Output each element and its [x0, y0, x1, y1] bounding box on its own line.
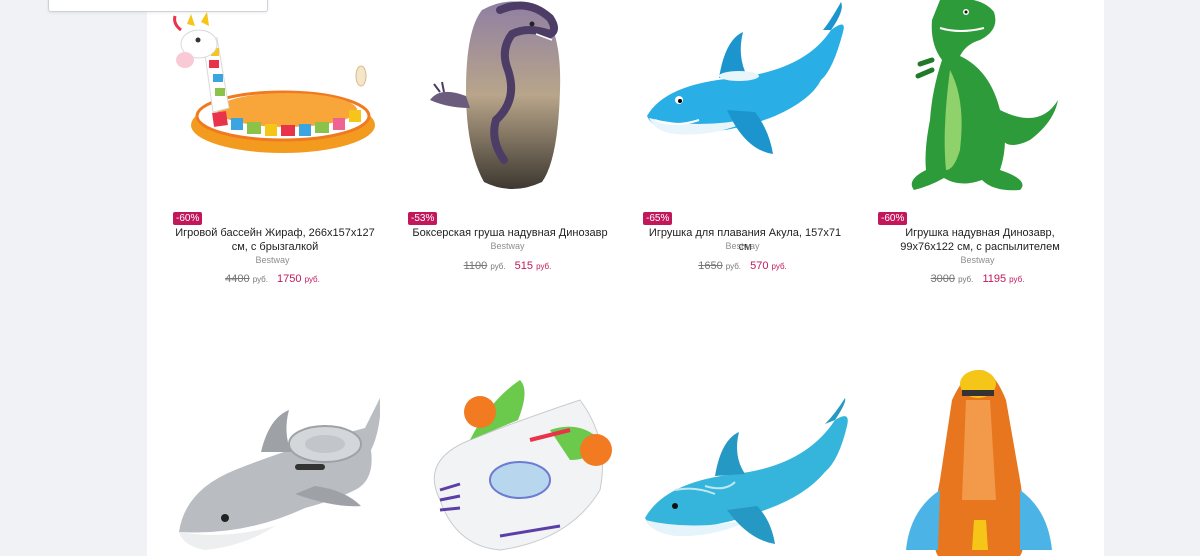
product-price: 3000 руб. 1195 руб. — [860, 273, 1095, 285]
product-price: 1650 руб. 570 руб. — [625, 260, 860, 272]
current-price-currency: руб. — [1009, 275, 1025, 284]
product-card[interactable]: -65% Игрушка для плавания Акула, 157х71 … — [625, 0, 860, 300]
current-price-currency: руб. — [771, 262, 787, 271]
blue-shark-rider-icon[interactable] — [635, 340, 850, 556]
old-price: 3000 — [930, 273, 956, 285]
product-brand: Bestway — [490, 241, 525, 251]
product-card[interactable] — [625, 340, 860, 556]
current-price: 1750 — [277, 273, 302, 285]
discount-badge: -53% — [408, 212, 438, 225]
product-price: 1100 руб. 515 руб. — [390, 260, 625, 272]
product-title[interactable]: Игрушка надувная Динозавр, 99х76х122 см,… — [880, 226, 1080, 254]
discount-badge: -60% — [878, 212, 908, 225]
current-price-currency: руб. — [536, 262, 552, 271]
grey-shark-float-icon[interactable] — [165, 340, 380, 556]
product-card[interactable] — [390, 340, 625, 556]
old-price: 4400 — [225, 273, 250, 285]
old-price: 1650 — [698, 260, 723, 272]
product-card[interactable] — [860, 340, 1095, 556]
dropdown-panel — [48, 0, 268, 12]
product-grid: -60% Игровой бассейн Жираф, 266х157х127 … — [147, 0, 1104, 556]
product-price: 4400 руб. 1750 руб. — [155, 273, 390, 285]
old-price-currency: руб. — [490, 262, 506, 271]
discount-badge: -60% — [173, 212, 203, 225]
product-title[interactable]: Игровой бассейн Жираф, 266х157х127 см, с… — [175, 226, 375, 254]
product-brand: Bestway — [960, 255, 995, 265]
shark-rider-icon[interactable] — [635, 0, 850, 200]
old-price-currency: руб. — [725, 262, 742, 271]
current-price: 570 — [750, 260, 769, 272]
old-price-currency: руб. — [252, 275, 268, 284]
old-price-currency: руб. — [958, 275, 974, 284]
giraffe-pool-icon[interactable] — [165, 0, 380, 200]
current-price: 515 — [514, 260, 534, 272]
dinosaur-punching-bag-icon[interactable] — [400, 0, 615, 200]
current-price: 1195 — [982, 273, 1007, 285]
product-brand: Bestway — [255, 255, 290, 265]
product-card[interactable]: -53% Боксерская груша надувная Динозавр … — [390, 0, 625, 300]
trex-sprinkler-icon[interactable] — [870, 0, 1085, 200]
current-price-currency: руб. — [304, 275, 320, 284]
rocket-float-icon[interactable] — [870, 340, 1085, 556]
product-card[interactable]: -60% Игрушка надувная Динозавр, 99х76х12… — [860, 0, 1095, 300]
product-brand: Bestway — [725, 241, 760, 251]
product-title[interactable]: Боксерская груша надувная Динозавр — [410, 226, 610, 240]
product-card[interactable] — [155, 340, 390, 556]
old-price: 1100 — [463, 260, 488, 272]
product-card[interactable]: -60% Игровой бассейн Жираф, 266х157х127 … — [155, 0, 390, 300]
discount-badge: -65% — [643, 212, 673, 225]
product-listing: -60% Игровой бассейн Жираф, 266х157х127 … — [147, 0, 1104, 556]
buzz-spaceship-float-icon[interactable] — [400, 340, 615, 556]
